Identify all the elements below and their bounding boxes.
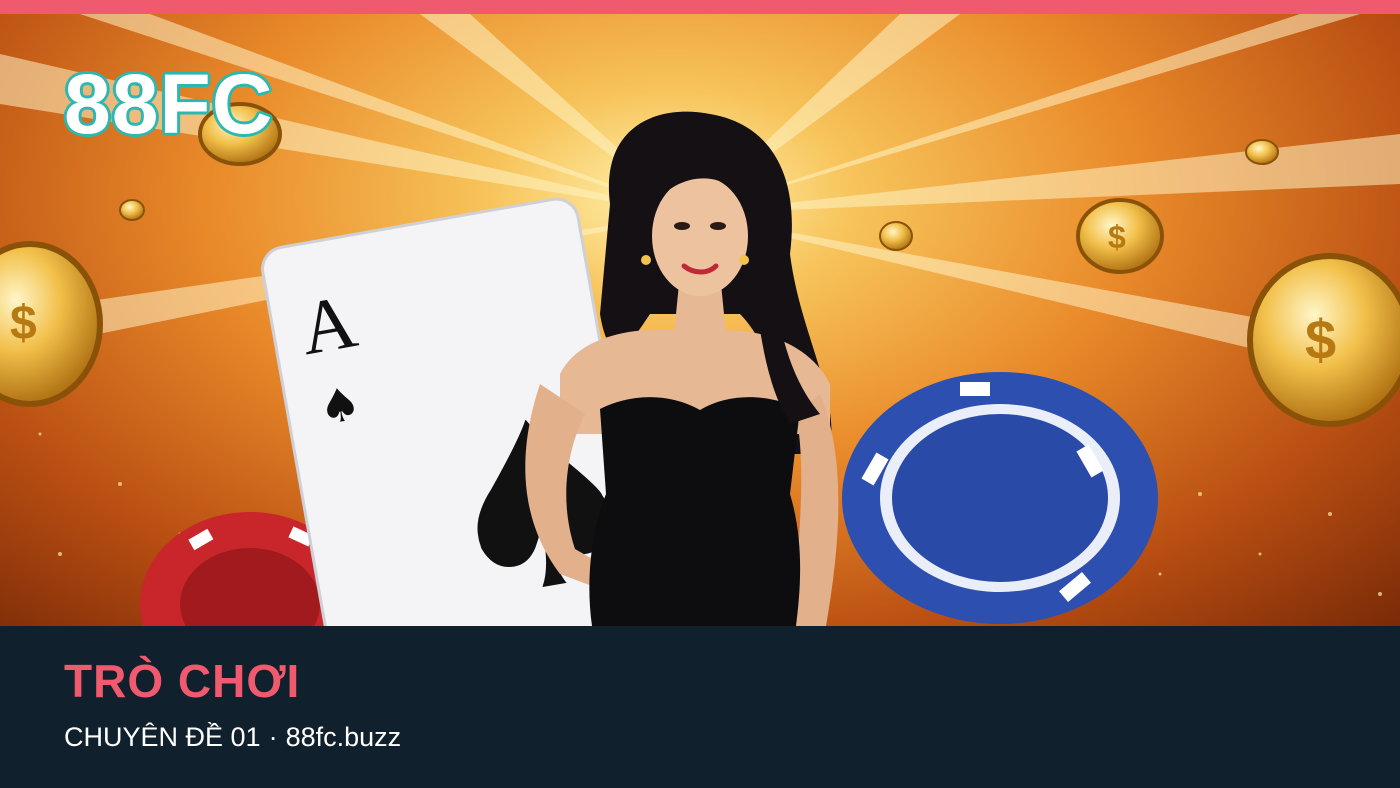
brand-logo: 88FC [64,57,274,151]
caption-subtitle: CHUYÊN ĐỀ 01 · 88fc.buzz [64,722,401,753]
gold-coin-left: $ [0,241,103,407]
page-title: TRÒ CHƠI [64,655,301,707]
page: $ $ $ A ♠ 88FC TRÒ CHƠI CHUYÊN ĐỀ 01 · 8… [0,0,1400,788]
gold-coin-tiny [1245,139,1279,165]
svg-text:$: $ [1108,219,1126,255]
topic-label: CHUYÊN ĐỀ 01 [64,722,261,752]
gold-coin-right: $ [1247,253,1400,427]
svg-text:$: $ [10,297,37,350]
blue-poker-chip [842,372,1158,624]
gold-coin-mid-right: $ [1076,198,1164,274]
hero-banner-image: $ $ $ A ♠ 88FC [0,14,1400,626]
gold-coin-tiny-2 [879,221,913,251]
separator-dot: · [268,722,278,752]
caption-panel: TRÒ CHƠI CHUYÊN ĐỀ 01 · 88fc.buzz [0,626,1400,788]
accent-top-bar [0,0,1400,14]
svg-text:$: $ [1305,308,1336,371]
domain-link[interactable]: 88fc.buzz [286,722,402,752]
gold-coin-tiny-3 [119,199,145,221]
